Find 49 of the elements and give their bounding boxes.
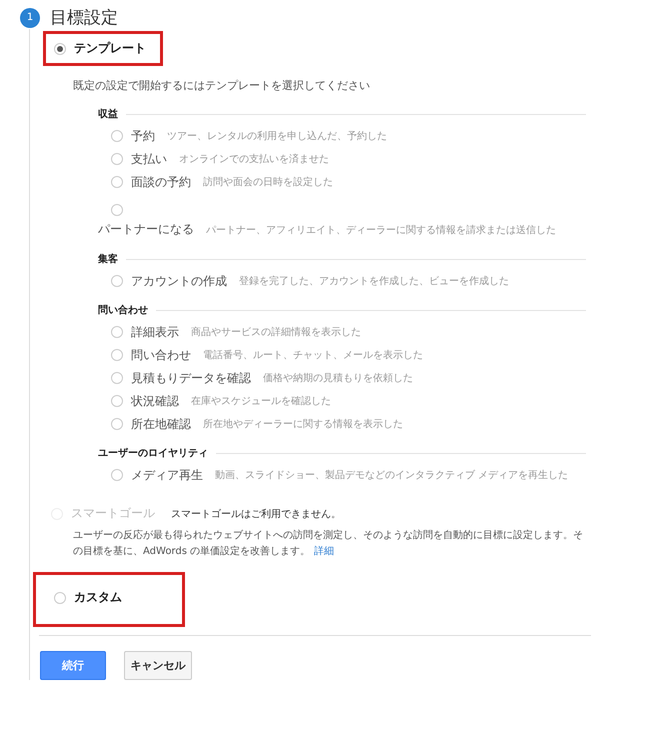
option-label: テンプレート	[74, 40, 146, 57]
goal-description: 所在地やディーラーに関する情報を表示した	[203, 418, 403, 431]
goal-label: 詳細表示	[131, 324, 179, 340]
goal-label: 予約	[131, 128, 155, 144]
radio-button[interactable]	[111, 349, 123, 361]
radio-button[interactable]	[111, 275, 123, 287]
goal-description: オンラインでの支払いを済ませた	[179, 152, 329, 166]
option-label: カスタム	[74, 589, 122, 606]
radio-button[interactable]	[54, 42, 66, 54]
option-note: スマートゴールはご利用できません。	[171, 508, 341, 520]
goal-label: 状況確認	[131, 392, 179, 410]
group-heading: 集客	[98, 252, 118, 266]
radio-button[interactable]	[111, 326, 123, 338]
radio-button[interactable]	[54, 592, 66, 604]
goal-label: 支払い	[131, 150, 167, 168]
goal-label: 問い合わせ	[131, 346, 191, 364]
radio-button[interactable]	[111, 372, 123, 384]
goal-label: アカウントの作成	[131, 272, 227, 290]
goal-description: ツアー、レンタルの利用を申し込んだ、予約した	[167, 130, 387, 143]
goal-description: 登録を完了した、アカウントを作成した、ビューを作成した	[239, 274, 509, 288]
goal-label: 見積もりデータを確認	[131, 370, 251, 386]
goal-label: 所在地確認	[131, 416, 191, 432]
goal-description: 電話番号、ルート、チャット、メールを表示した	[203, 348, 423, 362]
cancel-button[interactable]: キャンセル	[124, 651, 192, 680]
radio-button[interactable]	[111, 469, 123, 481]
goal-description: パートナー、アフィリエイト、ディーラーに関する情報を請求または送信した	[206, 224, 556, 236]
radio-button[interactable]	[111, 204, 123, 216]
step-number: 1	[20, 8, 40, 28]
radio-button[interactable]	[111, 395, 123, 407]
step-title: 目標設定	[50, 7, 118, 29]
radio-button[interactable]	[111, 176, 123, 188]
radio-button[interactable]	[111, 130, 123, 142]
goal-label: パートナーになる	[98, 221, 194, 238]
radio-button[interactable]	[111, 153, 123, 165]
group-heading: 問い合わせ	[98, 304, 148, 317]
radio-button[interactable]	[111, 418, 123, 430]
goal-description: 価格や納期の見積もりを依頼した	[263, 372, 413, 385]
goal-description: 商品やサービスの詳細情報を表示した	[191, 326, 361, 339]
group-heading: ユーザーのロイヤリティ	[98, 446, 208, 460]
group-heading: 収益	[98, 108, 118, 121]
continue-button[interactable]: 続行	[40, 651, 106, 680]
goal-description: 動画、スライドショー、製品デモなどのインタラクティブ メディアを再生した	[215, 468, 568, 482]
option-description: ユーザーの反応が最も得られたウェブサイトへの訪問を測定し、そのような訪問を自動的に目標に設定します。その目標を基に、AdWords の単価設定を改善します。 詳細	[73, 528, 584, 559]
goal-description: 訪問や面会の日時を設定した	[203, 176, 333, 189]
goal-label: 面談の予約	[131, 174, 191, 190]
goal-label: メディア再生	[131, 466, 203, 484]
option-description: 既定の設定で開始するにはテンプレートを選択してください	[73, 78, 371, 93]
goal-description: 在庫やスケジュールを確認した	[191, 394, 331, 408]
option-label: スマートゴール	[71, 505, 155, 522]
